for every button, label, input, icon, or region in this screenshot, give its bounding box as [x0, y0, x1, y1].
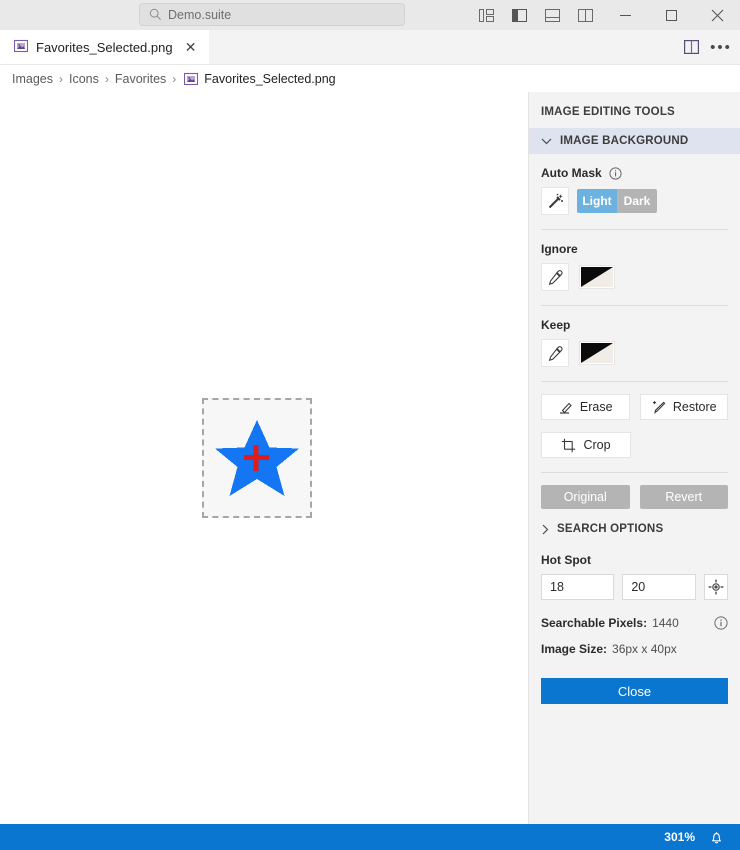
info-icon[interactable]: [609, 166, 622, 180]
panel-left-icon[interactable]: [503, 0, 536, 30]
hot-spot-group: Hot Spot: [529, 553, 740, 567]
tab-favorites-selected[interactable]: Favorites_Selected.png ✕: [0, 30, 209, 64]
zoom-level[interactable]: 301%: [664, 830, 695, 844]
eyedropper-icon[interactable]: [541, 263, 569, 291]
section-image-background-label: IMAGE BACKGROUND: [560, 135, 689, 147]
auto-mask-controls: Light Dark: [541, 187, 728, 215]
restore-button[interactable]: Restore: [639, 394, 728, 420]
auto-mask-option-light[interactable]: Light: [577, 189, 617, 213]
magic-wand-icon[interactable]: [541, 187, 569, 215]
edit-actions-row-2: Crop: [529, 432, 740, 458]
panel-layout-icon[interactable]: [470, 0, 503, 30]
crop-icon: [561, 438, 576, 453]
panel-split-icon[interactable]: [569, 0, 602, 30]
searchable-pixels-row: Searchable Pixels: 1440: [529, 616, 740, 630]
more-options-icon[interactable]: •••: [706, 32, 736, 62]
chevron-right-icon: ›: [172, 72, 177, 86]
chevron-right-icon: ›: [104, 72, 109, 86]
info-icon[interactable]: [714, 616, 728, 630]
image-editing-panel: IMAGE EDITING TOOLS IMAGE BACKGROUND Aut…: [528, 92, 740, 824]
searchable-pixels-value: 1440: [652, 616, 679, 630]
window-controls: [470, 0, 740, 30]
auto-mask-label: Auto Mask: [541, 166, 602, 180]
maximize-button[interactable]: [648, 0, 694, 30]
notification-bell-icon[interactable]: [709, 830, 724, 845]
breadcrumb-current: Favorites_Selected.png: [204, 72, 336, 86]
divider: [541, 229, 728, 230]
crop-button[interactable]: Crop: [541, 432, 631, 458]
tab-bar: Favorites_Selected.png ✕ •••: [0, 30, 740, 65]
hot-spot-x-input[interactable]: 18: [541, 574, 615, 600]
crop-label: Crop: [583, 438, 611, 452]
breadcrumb: Images › Icons › Favorites › Favorites_S…: [0, 65, 740, 93]
searchable-pixels-label: Searchable Pixels:: [541, 616, 648, 630]
ignore-controls: [541, 263, 728, 291]
close-icon[interactable]: ✕: [183, 40, 199, 54]
tab-label: Favorites_Selected.png: [36, 39, 173, 55]
keep-controls: [541, 339, 728, 367]
auto-mask-label-row: Auto Mask: [541, 166, 728, 180]
chevron-right-icon: [541, 524, 549, 535]
search-input[interactable]: Demo.suite: [139, 3, 405, 26]
erase-label: Erase: [579, 400, 613, 414]
status-bar: 301%: [0, 824, 740, 850]
title-bar: Demo.suite: [0, 0, 740, 30]
edit-actions-row-1: Erase Restore: [529, 394, 740, 420]
breadcrumb-item-favorites[interactable]: Favorites: [115, 72, 166, 86]
panel-bottom-icon[interactable]: [536, 0, 569, 30]
restore-label: Restore: [672, 400, 717, 414]
content-area: IMAGE EDITING TOOLS IMAGE BACKGROUND Aut…: [0, 92, 740, 824]
image-size-value: 36px x 40px: [612, 642, 677, 656]
hot-spot-inputs: 18 20: [529, 574, 740, 600]
auto-mask-group: Auto Mask Light Dark: [529, 166, 740, 215]
image-canvas[interactable]: [0, 92, 528, 824]
close-window-button[interactable]: [694, 0, 740, 30]
search-value: Demo.suite: [168, 7, 232, 22]
tab-bar-actions: •••: [676, 30, 736, 64]
blue-star-icon: [215, 420, 299, 496]
section-search-options[interactable]: SEARCH OPTIONS: [529, 517, 740, 541]
auto-mask-option-dark[interactable]: Dark: [617, 189, 657, 213]
image-selection-box[interactable]: [202, 398, 312, 518]
image-size-label: Image Size:: [541, 642, 608, 656]
hot-spot-y-input[interactable]: 20: [622, 574, 696, 600]
breadcrumb-item-images[interactable]: Images: [12, 72, 53, 86]
image-file-icon: [13, 39, 29, 56]
more-options-label: •••: [710, 38, 732, 56]
ignore-group: Ignore: [529, 242, 740, 291]
keep-group: Keep: [529, 318, 740, 367]
eraser-icon: [558, 400, 573, 415]
close-button[interactable]: Close: [541, 678, 728, 704]
history-actions-row: Original Revert: [529, 485, 740, 509]
chevron-down-icon: [541, 137, 552, 145]
hot-spot-label: Hot Spot: [541, 553, 591, 567]
eyedropper-icon[interactable]: [541, 339, 569, 367]
keep-color-swatch[interactable]: [579, 341, 615, 365]
erase-button[interactable]: Erase: [541, 394, 630, 420]
minimize-button[interactable]: [602, 0, 648, 30]
chevron-right-icon: ›: [59, 72, 63, 86]
ignore-label: Ignore: [541, 242, 578, 256]
section-search-options-label: SEARCH OPTIONS: [557, 523, 664, 535]
original-button[interactable]: Original: [541, 485, 630, 509]
ignore-color-swatch[interactable]: [579, 265, 615, 289]
restore-brush-icon: [651, 400, 666, 415]
auto-mask-toggle[interactable]: Light Dark: [577, 189, 657, 213]
divider: [541, 305, 728, 306]
crosshair-target-icon[interactable]: [703, 574, 728, 600]
revert-button[interactable]: Revert: [639, 485, 728, 509]
divider: [541, 381, 728, 382]
keep-label: Keep: [541, 318, 571, 332]
breadcrumb-item-icons[interactable]: Icons: [69, 72, 99, 86]
split-view-icon[interactable]: [676, 32, 706, 62]
section-image-background[interactable]: IMAGE BACKGROUND: [529, 128, 740, 154]
divider: [541, 472, 728, 473]
image-size-row: Image Size: 36px x 40px: [529, 642, 740, 656]
search-icon: [149, 8, 162, 21]
image-file-icon: [184, 72, 199, 86]
panel-title: IMAGE EDITING TOOLS: [541, 106, 675, 118]
